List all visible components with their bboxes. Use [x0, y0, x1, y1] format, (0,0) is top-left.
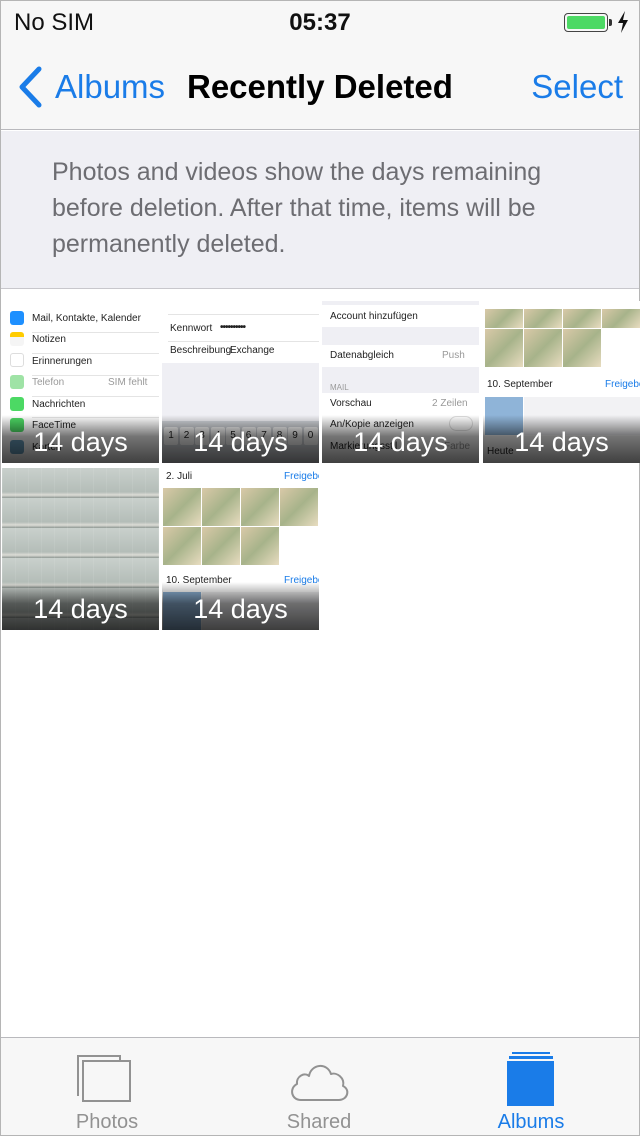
photo-tile [202, 527, 240, 565]
photo-tile [524, 309, 562, 328]
photo-tile [524, 329, 562, 367]
settings-row-label: Account hinzufügen [330, 311, 418, 322]
settings-row-label: Erinnerungen [32, 356, 93, 367]
battery-fill [567, 16, 605, 29]
clock: 05:37 [289, 9, 351, 36]
phone-app-icon [10, 375, 24, 389]
section-header: MAIL [330, 383, 349, 392]
photo-tile [563, 309, 601, 328]
divider [168, 314, 319, 315]
days-remaining-label: 14 days [193, 427, 288, 457]
tab-photos[interactable]: Photos [1, 1038, 213, 1136]
password-mask: •••••••••• [220, 322, 246, 333]
settings-row-value: SIM fehlt [108, 377, 148, 388]
status-bar: No SIM 05:37 [1, 1, 639, 41]
tab-shared[interactable]: Shared [213, 1038, 425, 1136]
divider [168, 341, 319, 342]
info-text: Photos and videos show the days remainin… [52, 158, 542, 258]
mail-app-icon [10, 311, 24, 325]
cloud-icon [291, 1065, 349, 1101]
photo-tile [241, 488, 279, 526]
charging-bolt-icon [618, 11, 628, 33]
battery-nub [609, 19, 612, 26]
photo-tile [602, 309, 640, 328]
back-button[interactable]: Albums [17, 65, 165, 109]
select-button[interactable]: Select [531, 68, 623, 106]
settings-row-label: Datenabgleich [330, 350, 394, 361]
settings-row-label: Vorschau [330, 398, 372, 409]
photo-tile [485, 329, 523, 367]
photo-tile [563, 329, 601, 367]
tab-label: Photos [75, 1111, 139, 1133]
divider [32, 353, 159, 354]
tab-label: Albums [497, 1111, 565, 1133]
reminders-app-icon [10, 353, 24, 367]
albums-icon [507, 1052, 554, 1106]
photo-tile [163, 488, 201, 526]
share-link: Freigeben [605, 379, 640, 390]
photo-tile [202, 488, 240, 526]
info-banner: Photos and videos show the days remainin… [1, 131, 639, 289]
navigation-bar: Albums Recently Deleted Select [1, 41, 639, 130]
deleted-photo-thumbnail[interactable]: Kennwort •••••••••• Beschreibung Exchang… [162, 301, 319, 463]
description-value: Exchange [230, 345, 275, 356]
tab-albums[interactable]: Albums [425, 1038, 637, 1136]
divider [32, 396, 159, 397]
days-remaining-label: 14 days [33, 594, 128, 624]
chevron-left-icon [19, 66, 42, 108]
deleted-photo-thumbnail[interactable]: Account hinzufügen Datenabgleich Push MA… [322, 301, 479, 463]
days-remaining-label: 14 days [514, 427, 609, 457]
share-link: Freigeben [284, 471, 319, 482]
notes-app-icon [10, 332, 24, 346]
description-label: Beschreibung [170, 345, 232, 356]
settings-row-label: Notizen [32, 334, 66, 345]
divider [32, 375, 159, 376]
photos-stack-icon [77, 1055, 131, 1102]
settings-row-value: 2 Zeilen [432, 398, 468, 409]
days-remaining-label: 14 days [193, 594, 288, 624]
tab-label: Shared [286, 1111, 352, 1133]
photo-tile [280, 488, 318, 526]
section-date: 10. September [487, 379, 553, 390]
days-remaining-label: 14 days [33, 427, 128, 457]
deleted-photo-thumbnail[interactable]: Mail, Kontakte, Kalender Notizen Erinner… [2, 301, 159, 463]
section-date: 2. Juli [166, 471, 193, 482]
deleted-photo-thumbnail[interactable]: 10. September Freigeben Heute 14 days [483, 301, 640, 463]
messages-app-icon [10, 397, 24, 411]
back-label: Albums [55, 68, 166, 105]
photo-tile [163, 527, 201, 565]
deleted-photo-thumbnail[interactable]: 2. Juli Freigeben 10. September Freigebe… [162, 468, 319, 630]
page-title: Recently Deleted [187, 68, 453, 105]
photo-tile [241, 527, 279, 565]
divider [32, 332, 159, 333]
battery-icon [564, 13, 608, 32]
settings-row-label: Telefon [32, 377, 65, 388]
settings-row-label: Nachrichten [32, 399, 86, 410]
password-label: Kennwort [170, 323, 213, 334]
photo-tile [485, 309, 523, 328]
deleted-photo-thumbnail[interactable]: 14 days [2, 468, 159, 630]
tab-bar: Photos Shared Albums [1, 1037, 639, 1135]
settings-row-value: Push [442, 350, 465, 361]
settings-row-label: Mail, Kontakte, Kalender [32, 313, 141, 324]
days-remaining-label: 14 days [353, 427, 448, 457]
